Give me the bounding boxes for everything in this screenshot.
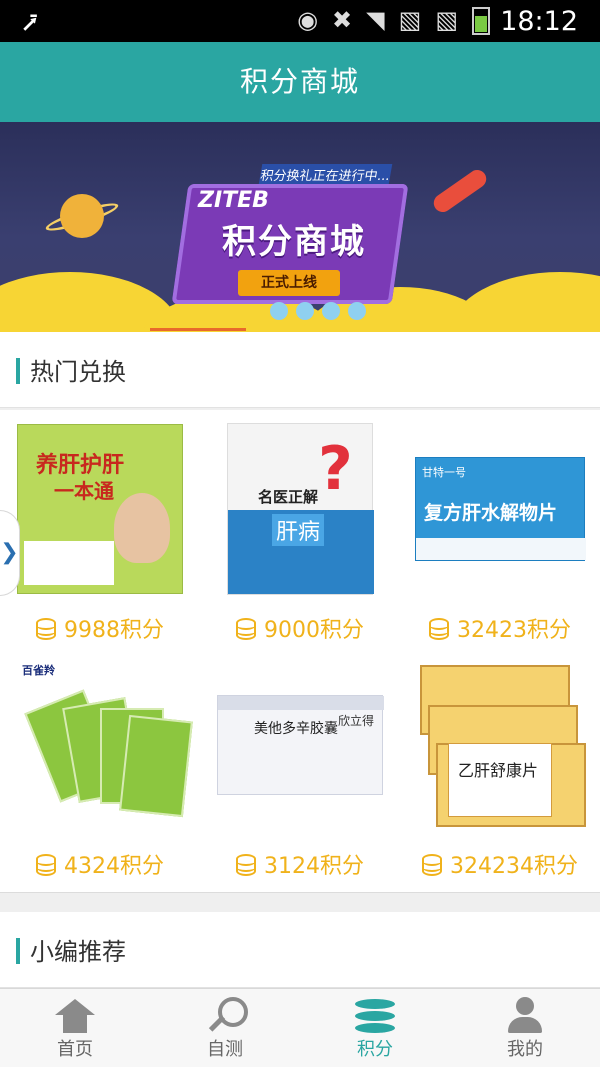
- nav-label: 积分: [357, 1039, 393, 1060]
- nav-label: 自测: [207, 1039, 243, 1060]
- points-value: 324234积分: [450, 854, 578, 879]
- section-title: 热门兑换: [30, 358, 126, 386]
- clock: 18:12: [500, 6, 578, 37]
- wifi-icon: ◥: [366, 6, 385, 34]
- mute-icon: ✖: [332, 6, 353, 34]
- product-image: 欣立得 美他多辛胶囊: [214, 656, 386, 834]
- points-value: 4324积分: [64, 854, 164, 879]
- points-value: 32423积分: [457, 618, 571, 643]
- product-image: 乙肝舒康片: [414, 656, 586, 834]
- product-brand: 百雀羚: [22, 664, 55, 677]
- app-header: 积分商城: [0, 42, 600, 122]
- status-bar: ⭷ ◉ ✖ ◥ ▧ ▧ 18:12: [0, 0, 600, 42]
- question-mark-icon: ?: [318, 434, 353, 504]
- product-title-line1: 乙肝舒康片: [458, 761, 539, 780]
- nav-label: 首页: [57, 1039, 93, 1060]
- profile-icon: [508, 997, 542, 1033]
- section-accent-bar: [16, 358, 20, 384]
- banner-title: 积分商城: [222, 222, 366, 262]
- banner-ribbon: 正式上线: [238, 270, 340, 296]
- points-price: 4324积分: [0, 848, 200, 880]
- points-price: 324234积分: [400, 848, 600, 880]
- points-price: 9988积分: [0, 612, 200, 644]
- product-card[interactable]: 欣立得 美他多辛胶囊 3124积分: [200, 646, 400, 882]
- section-title: 小编推荐: [30, 938, 126, 966]
- nav-item-profile[interactable]: 我的: [450, 989, 600, 1067]
- coins-icon: [36, 854, 56, 876]
- product-card[interactable]: 乙肝舒康片 324234积分: [400, 646, 600, 882]
- product-card[interactable]: ? 名医正解 肝病 9000积分: [200, 410, 400, 646]
- recommend-section-header: 小编推荐: [0, 912, 600, 988]
- product-card[interactable]: 养肝护肝 一本通 9988积分: [0, 410, 200, 646]
- product-title-line2: 肝病: [272, 514, 325, 546]
- product-card[interactable]: 百雀羚 4324积分: [0, 646, 200, 882]
- page-title: 积分商城: [239, 65, 360, 98]
- home-icon: [55, 999, 95, 1033]
- rocket-icon: [430, 166, 490, 216]
- nav-item-home[interactable]: 首页: [0, 989, 150, 1067]
- banner-cloud: [450, 272, 600, 332]
- carousel-indicator: [150, 328, 246, 331]
- promo-banner[interactable]: 积分换礼正在进行中... ZITEB 积分商城 正式上线: [0, 122, 600, 332]
- product-title-line1: 名医正解: [258, 488, 319, 506]
- product-image: 甘特一号 复方肝水解物片: [414, 420, 586, 598]
- section-divider: [0, 892, 600, 912]
- points-price: 3124积分: [200, 848, 400, 880]
- planet-icon: [60, 194, 104, 238]
- coins-icon: [236, 618, 256, 640]
- decor-dot: [296, 302, 314, 320]
- product-card[interactable]: 甘特一号 复方肝水解物片 32423积分: [400, 410, 600, 646]
- product-title-line1: 复方肝水解物片: [424, 502, 558, 524]
- eye-icon: ◉: [297, 6, 319, 34]
- nav-label: 我的: [507, 1039, 543, 1060]
- product-image: ? 名医正解 肝病: [214, 420, 386, 598]
- points-price: 32423积分: [400, 612, 600, 644]
- product-title-line1: 美他多辛胶囊: [254, 721, 338, 737]
- chevron-left-icon[interactable]: ❯: [0, 510, 20, 596]
- coins-icon: [36, 618, 56, 640]
- product-grid: 养肝护肝 一本通 9988积分 ? 名医正解 肝病 9000积分 甘特一号 复方…: [0, 410, 600, 892]
- banner-decor-dots: [270, 302, 366, 320]
- decor-dot: [348, 302, 366, 320]
- points-value: 3124积分: [264, 854, 364, 879]
- self-test-icon: [206, 997, 248, 1033]
- coins-icon: [422, 854, 442, 876]
- decor-dot: [322, 302, 340, 320]
- product-brand: 甘特一号: [422, 466, 466, 479]
- points-price: 9000积分: [200, 612, 400, 644]
- battery-icon: [472, 7, 490, 35]
- product-image: 百雀羚: [14, 656, 193, 834]
- hot-section-header: 热门兑换: [0, 332, 600, 408]
- decor-dot: [270, 302, 288, 320]
- product-image: 养肝护肝 一本通: [14, 420, 186, 598]
- points-value: 9000积分: [264, 618, 364, 643]
- points-value: 9988积分: [64, 618, 164, 643]
- author-photo: [114, 493, 170, 563]
- banner-logo: ZITEB: [198, 188, 269, 213]
- product-brand: 欣立得: [337, 714, 374, 728]
- nav-item-self-test[interactable]: 自测: [150, 989, 300, 1067]
- coins-icon: [429, 618, 449, 640]
- coins-icon: [236, 854, 256, 876]
- coins-icon: [355, 999, 395, 1033]
- nav-item-points[interactable]: 积分: [300, 989, 450, 1067]
- product-title-line2: 一本通: [54, 479, 114, 503]
- section-accent-bar: [16, 938, 20, 964]
- sim1-icon: ▧: [398, 6, 422, 34]
- sim2-icon: ▧: [435, 6, 458, 34]
- bottom-nav: 首页 自测 积分 我的: [0, 988, 600, 1067]
